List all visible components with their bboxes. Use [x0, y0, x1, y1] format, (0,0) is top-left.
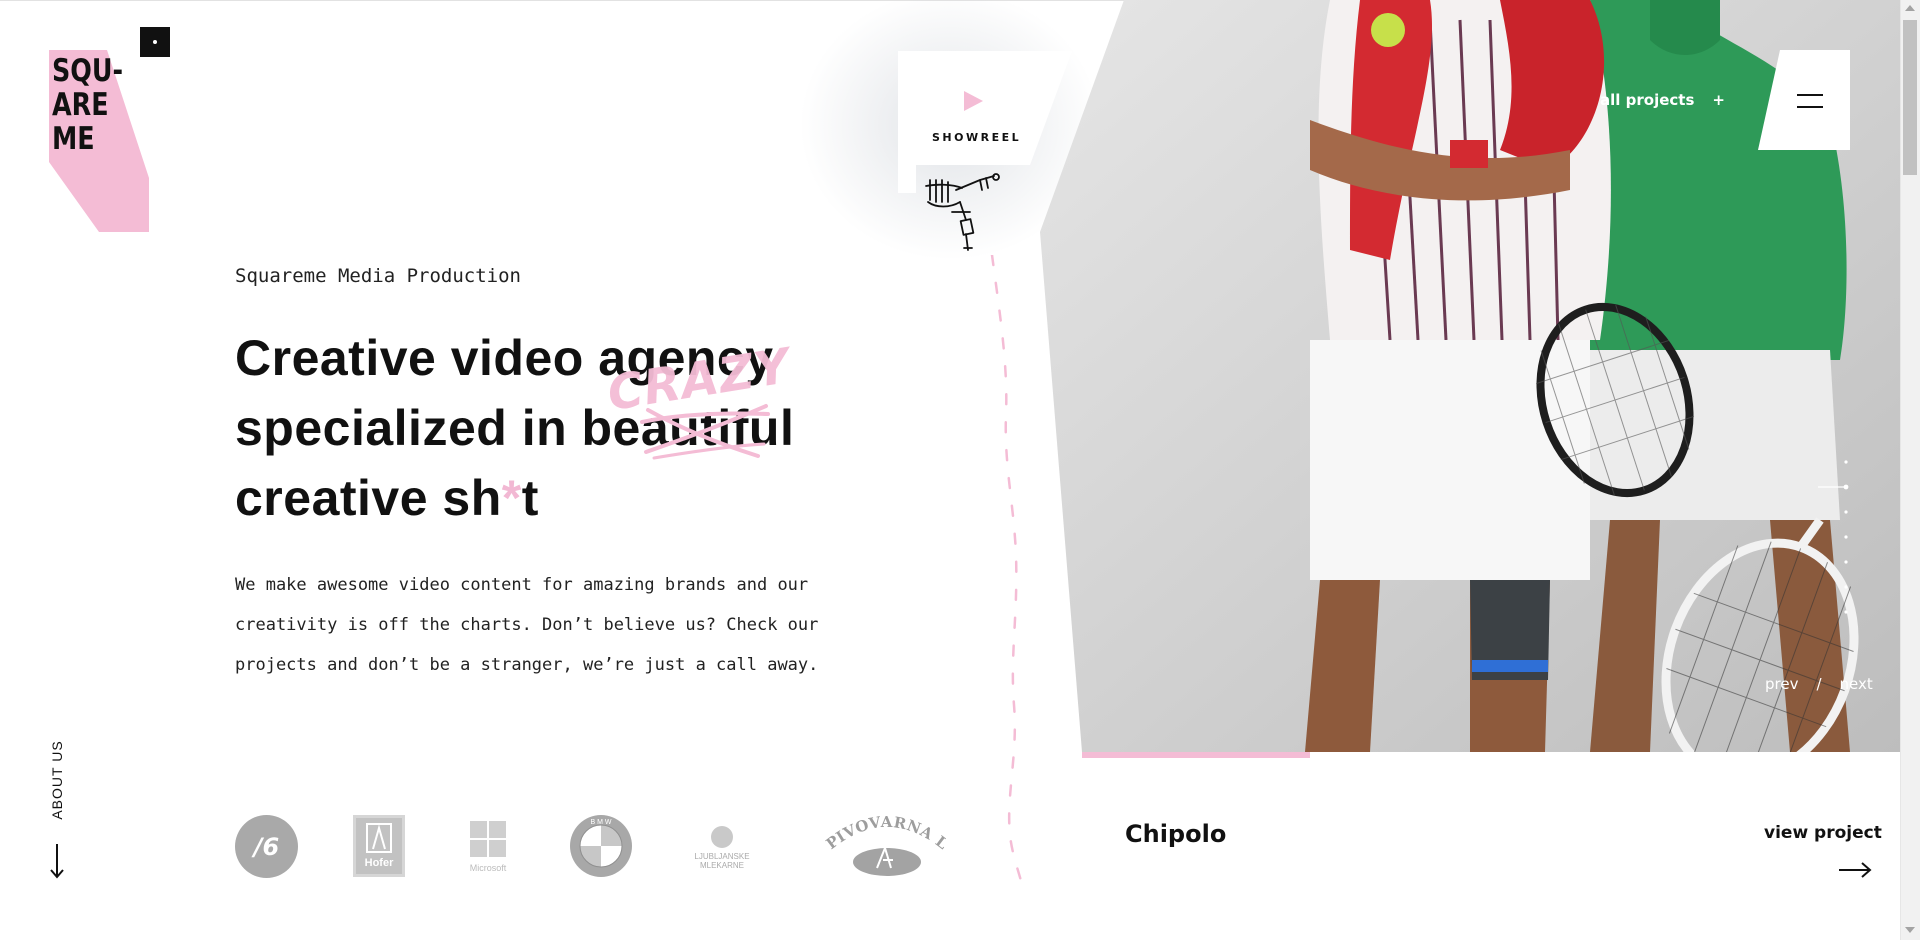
all-projects-label: all projects: [1600, 91, 1695, 109]
play-icon[interactable]: [962, 90, 984, 112]
slide-dot[interactable]: [1844, 585, 1848, 589]
next-button[interactable]: next: [1840, 675, 1873, 693]
ljubljanske-mlekarne-logo: LJUBLJANSKE MLEKARNE: [687, 818, 757, 878]
plus-icon: +: [1712, 91, 1725, 109]
bmw-logo: B M W: [570, 815, 632, 877]
hofer-logo: Hofer: [353, 815, 405, 877]
slide-dot-active[interactable]: [1843, 484, 1849, 490]
view-project-link[interactable]: view project: [1764, 823, 1882, 843]
pivovarna-lasko-logo: PIVOVARNA LAŠKO: [825, 810, 949, 876]
slide-dot[interactable]: [1844, 610, 1848, 614]
hofer-emblem-icon: [366, 823, 392, 853]
about-us-link[interactable]: ABOUT US: [49, 740, 65, 819]
slide-dot[interactable]: [1844, 535, 1848, 539]
microsoft-grid-icon: [470, 821, 506, 857]
headline-line-3-suffix: t: [521, 470, 539, 526]
scroll-down-icon[interactable]: [1905, 927, 1915, 933]
slider-separator: /: [1816, 675, 1822, 693]
slide-dot[interactable]: [1844, 510, 1848, 514]
hero-description: We make awesome video content for amazin…: [235, 575, 819, 675]
bmw-logo-text: B M W: [591, 819, 612, 826]
microsoft-logo-text: Microsoft: [469, 863, 507, 873]
headline-line-3: creative sh*t: [235, 463, 794, 533]
squareme-logo[interactable]: SQU- ARE ME: [49, 50, 151, 232]
microsoft-logo: Microsoft: [467, 818, 509, 876]
slide-pagination[interactable]: [1818, 458, 1858, 618]
agency-subtitle: Squareme Media Production: [235, 265, 521, 287]
nlb-logo: /6: [235, 815, 298, 878]
svg-text:PIVOVARNA LAŠKO: PIVOVARNA LAŠKO: [825, 810, 949, 853]
logo-wordmark: SQU- ARE ME: [52, 53, 124, 157]
slide-dot[interactable]: [1844, 560, 1848, 564]
film-crane-doodle-icon: [925, 173, 1000, 251]
slide-dot[interactable]: [1844, 460, 1848, 464]
bmw-roundel-icon: B M W: [571, 816, 631, 876]
headline-line-3-prefix: creative sh: [235, 470, 502, 526]
logo-dot-square: [140, 27, 170, 57]
client-logos: /6 Hofer Microsoft B M W LJUBLJANSKE MLE…: [235, 810, 955, 882]
lasko-logo-text: PIVOVARNA LAŠKO: [825, 810, 949, 853]
nlb-logo-text: /6: [253, 832, 280, 861]
strike-scribble-icon: [640, 404, 770, 460]
mlekarne-logo-text: LJUBLJANSKE MLEKARNE: [694, 852, 750, 870]
censor-star: *: [501, 470, 522, 526]
prev-button[interactable]: prev: [1765, 675, 1798, 693]
mlekarne-emblem-icon: [711, 826, 733, 848]
hamburger-menu-icon[interactable]: [1797, 93, 1823, 109]
showreel-label[interactable]: SHOWREEL: [932, 131, 1021, 144]
slider-nav: prev / next: [1765, 675, 1873, 693]
headline-line-2-prefix: specialized in be: [235, 400, 641, 456]
all-projects-link[interactable]: all projects +: [1600, 91, 1725, 109]
arrow-down-icon[interactable]: [46, 842, 68, 880]
scrollbar-thumb[interactable]: [1903, 20, 1917, 175]
hofer-logo-text: Hofer: [364, 857, 394, 869]
arrow-right-icon[interactable]: [1838, 861, 1872, 879]
slide-progress-bar: [1082, 752, 1310, 758]
project-title: Chipolo: [1125, 820, 1227, 848]
scroll-up-icon[interactable]: [1905, 5, 1915, 11]
